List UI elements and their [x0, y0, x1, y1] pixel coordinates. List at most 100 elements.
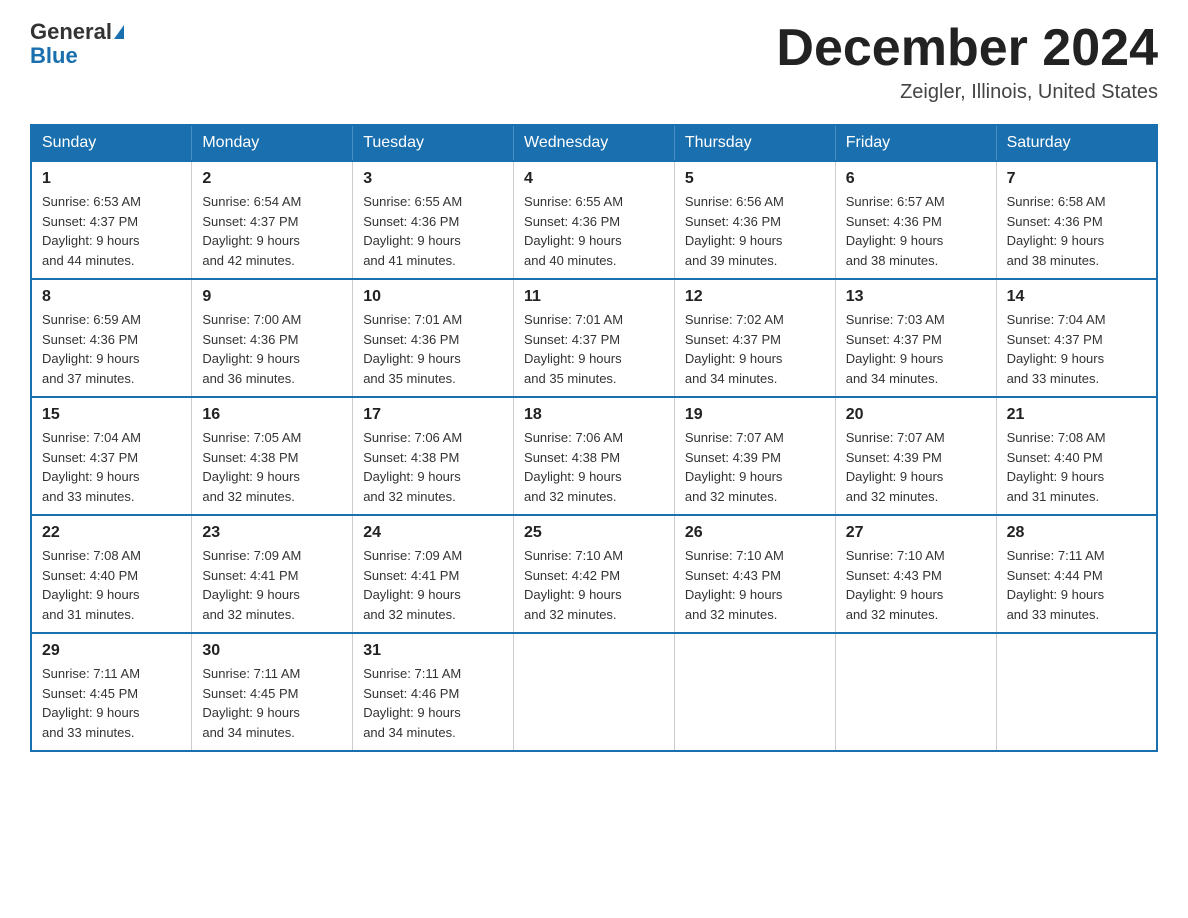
logo-blue-text: Blue [30, 44, 124, 68]
calendar-week-3: 15Sunrise: 7:04 AMSunset: 4:37 PMDayligh… [31, 397, 1157, 515]
weekday-header-friday: Friday [835, 125, 996, 161]
calendar-day-21: 21 Sunrise: 7:08 AMSunset: 4:40 PMDayligh… [996, 397, 1157, 515]
day-info: Sunrise: 6:53 AMSunset: 4:37 PMDaylight:… [42, 192, 181, 270]
calendar-day-12: 12 Sunrise: 7:02 AMSunset: 4:37 PMDayligh… [674, 279, 835, 397]
day-number: 29 [42, 642, 181, 660]
day-info: Sunrise: 6:57 AMSunset: 4:36 PMDaylight:… [846, 192, 986, 270]
calendar-day-10: 10Sunrise: 7:01 AMSunset: 4:36 PMDayligh… [353, 279, 514, 397]
calendar-day-31: 31 Sunrise: 7:11 AMSunset: 4:46 PMDayligh… [353, 633, 514, 751]
calendar-day-9: 9Sunrise: 7:00 AMSunset: 4:36 PMDaylight… [192, 279, 353, 397]
weekday-header-monday: Monday [192, 125, 353, 161]
day-number: 17 [363, 406, 503, 424]
calendar-day-6: 6 Sunrise: 6:57 AMSunset: 4:36 PMDaylight… [835, 161, 996, 279]
day-number: 6 [846, 170, 986, 188]
day-number: 12 [685, 288, 825, 306]
calendar-day-17: 17 Sunrise: 7:06 AMSunset: 4:38 PMDayligh… [353, 397, 514, 515]
day-number: 28 [1007, 524, 1146, 542]
day-number: 14 [1007, 288, 1146, 306]
calendar-day-26: 26 Sunrise: 7:10 AMSunset: 4:43 PMDayligh… [674, 515, 835, 633]
weekday-header-tuesday: Tuesday [353, 125, 514, 161]
calendar-week-4: 22 Sunrise: 7:08 AMSunset: 4:40 PMDayligh… [31, 515, 1157, 633]
calendar-day-19: 19 Sunrise: 7:07 AMSunset: 4:39 PMDayligh… [674, 397, 835, 515]
day-number: 20 [846, 406, 986, 424]
day-number: 13 [846, 288, 986, 306]
calendar-day-18: 18Sunrise: 7:06 AMSunset: 4:38 PMDayligh… [514, 397, 675, 515]
calendar-day-20: 20Sunrise: 7:07 AMSunset: 4:39 PMDayligh… [835, 397, 996, 515]
day-number: 8 [42, 288, 181, 306]
weekday-header-sunday: Sunday [31, 125, 192, 161]
calendar-day-5: 5 Sunrise: 6:56 AMSunset: 4:36 PMDaylight… [674, 161, 835, 279]
day-info: Sunrise: 6:54 AMSunset: 4:37 PMDaylight:… [202, 192, 342, 270]
day-number: 11 [524, 288, 664, 306]
weekday-header-saturday: Saturday [996, 125, 1157, 161]
day-info: Sunrise: 7:10 AMSunset: 4:43 PMDaylight:… [846, 546, 986, 624]
month-title: December 2024 [776, 20, 1158, 77]
day-number: 27 [846, 524, 986, 542]
day-info: Sunrise: 7:02 AMSunset: 4:37 PMDaylight:… [685, 310, 825, 388]
day-number: 25 [524, 524, 664, 542]
day-number: 16 [202, 406, 342, 424]
day-info: Sunrise: 6:59 AMSunset: 4:36 PMDaylight:… [42, 310, 181, 388]
day-number: 21 [1007, 406, 1146, 424]
calendar-week-1: 1Sunrise: 6:53 AMSunset: 4:37 PMDaylight… [31, 161, 1157, 279]
day-number: 22 [42, 524, 181, 542]
day-number: 5 [685, 170, 825, 188]
day-number: 26 [685, 524, 825, 542]
calendar-day-3: 3 Sunrise: 6:55 AMSunset: 4:36 PMDaylight… [353, 161, 514, 279]
day-info: Sunrise: 7:11 AMSunset: 4:44 PMDaylight:… [1007, 546, 1146, 624]
day-info: Sunrise: 7:01 AMSunset: 4:36 PMDaylight:… [363, 310, 503, 388]
calendar-day-25: 25Sunrise: 7:10 AMSunset: 4:42 PMDayligh… [514, 515, 675, 633]
day-info: Sunrise: 7:07 AMSunset: 4:39 PMDaylight:… [685, 428, 825, 506]
logo: General Blue [30, 20, 124, 68]
calendar-day-7: 7 Sunrise: 6:58 AMSunset: 4:36 PMDaylight… [996, 161, 1157, 279]
day-number: 18 [524, 406, 664, 424]
day-info: Sunrise: 7:05 AMSunset: 4:38 PMDaylight:… [202, 428, 342, 506]
calendar-day-11: 11 Sunrise: 7:01 AMSunset: 4:37 PMDayligh… [514, 279, 675, 397]
day-info: Sunrise: 7:08 AMSunset: 4:40 PMDaylight:… [42, 546, 181, 624]
day-info: Sunrise: 7:04 AMSunset: 4:37 PMDaylight:… [42, 428, 181, 506]
calendar-day-2: 2 Sunrise: 6:54 AMSunset: 4:37 PMDaylight… [192, 161, 353, 279]
calendar-day-27: 27 Sunrise: 7:10 AMSunset: 4:43 PMDayligh… [835, 515, 996, 633]
day-info: Sunrise: 7:09 AMSunset: 4:41 PMDaylight:… [202, 546, 342, 624]
day-number: 7 [1007, 170, 1146, 188]
day-info: Sunrise: 6:55 AMSunset: 4:36 PMDaylight:… [524, 192, 664, 270]
calendar-day-29: 29 Sunrise: 7:11 AMSunset: 4:45 PMDayligh… [31, 633, 192, 751]
day-info: Sunrise: 6:56 AMSunset: 4:36 PMDaylight:… [685, 192, 825, 270]
day-number: 3 [363, 170, 503, 188]
logo-general-text: General [30, 20, 112, 44]
day-number: 23 [202, 524, 342, 542]
page-header: General Blue December 2024 Zeigler, Illi… [30, 20, 1158, 104]
calendar-day-14: 14Sunrise: 7:04 AMSunset: 4:37 PMDayligh… [996, 279, 1157, 397]
day-number: 31 [363, 642, 503, 660]
calendar-empty-cell [674, 633, 835, 751]
day-info: Sunrise: 6:58 AMSunset: 4:36 PMDaylight:… [1007, 192, 1146, 270]
day-info: Sunrise: 6:55 AMSunset: 4:36 PMDaylight:… [363, 192, 503, 270]
calendar-week-5: 29 Sunrise: 7:11 AMSunset: 4:45 PMDayligh… [31, 633, 1157, 751]
day-number: 30 [202, 642, 342, 660]
day-info: Sunrise: 7:06 AMSunset: 4:38 PMDaylight:… [363, 428, 503, 506]
logo-triangle-icon [114, 25, 124, 39]
calendar-header-row: SundayMondayTuesdayWednesdayThursdayFrid… [31, 125, 1157, 161]
day-number: 2 [202, 170, 342, 188]
calendar-day-30: 30 Sunrise: 7:11 AMSunset: 4:45 PMDayligh… [192, 633, 353, 751]
calendar-day-4: 4Sunrise: 6:55 AMSunset: 4:36 PMDaylight… [514, 161, 675, 279]
location-text: Zeigler, Illinois, United States [776, 81, 1158, 104]
calendar-table: SundayMondayTuesdayWednesdayThursdayFrid… [30, 124, 1158, 752]
day-number: 9 [202, 288, 342, 306]
day-number: 19 [685, 406, 825, 424]
calendar-day-13: 13Sunrise: 7:03 AMSunset: 4:37 PMDayligh… [835, 279, 996, 397]
calendar-day-15: 15Sunrise: 7:04 AMSunset: 4:37 PMDayligh… [31, 397, 192, 515]
calendar-day-24: 24Sunrise: 7:09 AMSunset: 4:41 PMDayligh… [353, 515, 514, 633]
day-info: Sunrise: 7:10 AMSunset: 4:43 PMDaylight:… [685, 546, 825, 624]
day-info: Sunrise: 7:08 AMSunset: 4:40 PMDaylight:… [1007, 428, 1146, 506]
weekday-header-wednesday: Wednesday [514, 125, 675, 161]
day-number: 24 [363, 524, 503, 542]
calendar-day-28: 28 Sunrise: 7:11 AMSunset: 4:44 PMDayligh… [996, 515, 1157, 633]
day-info: Sunrise: 7:11 AMSunset: 4:46 PMDaylight:… [363, 664, 503, 742]
calendar-day-16: 16 Sunrise: 7:05 AMSunset: 4:38 PMDayligh… [192, 397, 353, 515]
day-info: Sunrise: 7:11 AMSunset: 4:45 PMDaylight:… [42, 664, 181, 742]
calendar-day-22: 22 Sunrise: 7:08 AMSunset: 4:40 PMDayligh… [31, 515, 192, 633]
day-info: Sunrise: 7:11 AMSunset: 4:45 PMDaylight:… [202, 664, 342, 742]
weekday-header-thursday: Thursday [674, 125, 835, 161]
day-info: Sunrise: 7:01 AMSunset: 4:37 PMDaylight:… [524, 310, 664, 388]
